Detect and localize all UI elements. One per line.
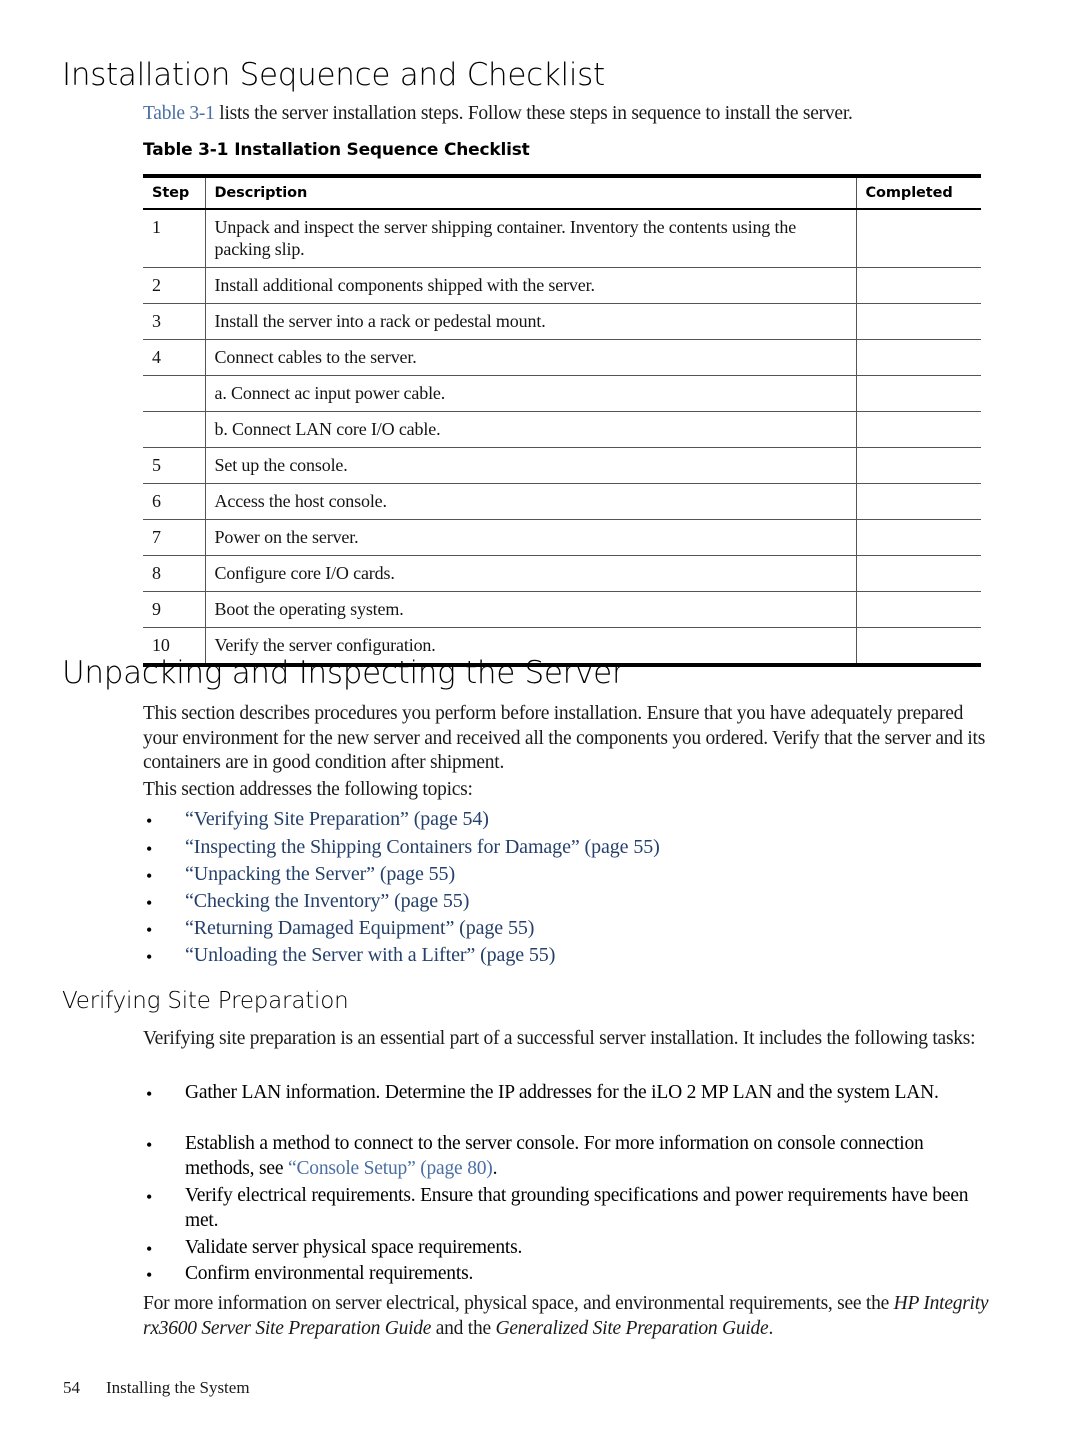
cell-step: 7 [143,519,206,556]
cell-description: Configure core I/O cards. [205,555,857,592]
cell-description: Connect cables to the server. [205,339,857,376]
bullet-icon: • [146,866,153,886]
cell-description: Access the host console. [205,483,857,520]
cell-step: 4 [143,339,206,376]
task-text-after: . [492,1158,498,1180]
cell-step [143,411,206,448]
bullet-icon: • [146,920,153,940]
task-text: Confirm environmental requirements. [185,1263,474,1284]
topic-link[interactable]: “Checking the Inventory” (page 55) [185,888,990,915]
installation-sequence-table: Step Description Completed 1 Unpack and … [143,174,981,667]
guide-title-generalized: Generalized Site Preparation Guide [495,1317,769,1339]
cell-completed[interactable] [856,519,981,556]
table-row: b. Connect LAN core I/O cable. [143,411,981,448]
cell-completed[interactable] [856,375,981,412]
paragraph-closing: For more information on server electrica… [143,1292,991,1341]
bullet-icon: • [146,811,153,831]
cell-completed[interactable] [856,591,981,628]
table-row: 7 Power on the server. [143,519,981,556]
task-text: Gather LAN information. Determine the IP… [185,1082,939,1103]
document-page: Installation Sequence and Checklist Tabl… [0,0,1080,1438]
table-row: 5 Set up the console. [143,447,981,484]
cell-description: a. Connect ac input power cable. [205,375,857,412]
cell-description: Unpack and inspect the server shipping c… [205,209,857,268]
cell-description: b. Connect LAN core I/O cable. [205,411,857,448]
cell-step: 5 [143,447,206,484]
footer-chapter-title: Installing the System [106,1378,250,1397]
cell-description: Install the server into a rack or pedest… [205,303,857,340]
topic-link[interactable]: “Returning Damaged Equipment” (page 55) [185,915,990,942]
bullet-icon: • [146,1135,153,1155]
cell-step: 8 [143,555,206,592]
console-setup-link[interactable]: “Console Setup” (page 80) [288,1158,493,1179]
task-text: Verify electrical requirements. Ensure t… [185,1185,969,1232]
cell-step [143,375,206,412]
heading-installation-sequence: Installation Sequence and Checklist [62,57,605,93]
table-row: 2 Install additional components shipped … [143,267,981,304]
paragraph-unpacking: This section describes procedures you pe… [143,703,986,774]
cell-description: Install additional components shipped wi… [205,267,857,304]
bullet-icon: • [146,839,153,859]
closing-part1: For more information on server electrica… [143,1293,894,1314]
bullet-icon: • [146,893,153,913]
cell-completed[interactable] [856,447,981,484]
cell-description: Power on the server. [205,519,857,556]
column-header-description: Description [205,176,857,210]
table-row: a. Connect ac input power cable. [143,375,981,412]
task-text-with-link: Establish a method to connect to the ser… [185,1131,975,1182]
topic-link[interactable]: “Unpacking the Server” (page 55) [185,861,990,888]
cell-step: 6 [143,483,206,520]
table-row: 8 Configure core I/O cards. [143,555,981,592]
cell-completed[interactable] [856,209,981,268]
paragraph-table-intro: Table 3-1 lists the server installation … [143,102,988,127]
table-row: 1 Unpack and inspect the server shipping… [143,209,981,268]
cell-description: Boot the operating system. [205,591,857,628]
heading-verifying-site-preparation: Verifying Site Preparation [62,988,349,1014]
topic-link[interactable]: “Unloading the Server with a Lifter” (pa… [185,942,990,969]
topic-link[interactable]: “Inspecting the Shipping Containers for … [185,834,990,861]
cell-completed[interactable] [856,267,981,304]
column-header-completed: Completed [856,176,981,210]
paragraph-verifying-site: Verifying site preparation is an essenti… [143,1028,976,1049]
cell-completed[interactable] [856,303,981,340]
closing-part3: . [768,1317,774,1339]
cell-completed[interactable] [856,555,981,592]
table-row: 3 Install the server into a rack or pede… [143,303,981,340]
cell-step: 3 [143,303,206,340]
cell-completed[interactable] [856,411,981,448]
column-header-step: Step [143,176,206,210]
cell-completed[interactable] [856,339,981,376]
paragraph-topics-intro: This section addresses the following top… [143,779,473,800]
page-footer: 54 Installing the System [63,1378,250,1398]
cell-step: 1 [143,209,206,268]
cell-step: 9 [143,591,206,628]
cell-completed[interactable] [856,628,981,666]
cell-step: 2 [143,267,206,304]
cell-description: Set up the console. [205,447,857,484]
bullet-icon: • [146,947,153,967]
table-row: 9 Boot the operating system. [143,591,981,628]
bullet-icon: • [146,1239,153,1259]
paragraph-table-intro-text: lists the server installation steps. Fol… [214,103,853,124]
table-row: 6 Access the host console. [143,483,981,520]
topic-link[interactable]: “Verifying Site Preparation” (page 54) [185,806,990,833]
bullet-icon: • [146,1084,153,1104]
table-row: 4 Connect cables to the server. [143,339,981,376]
bullet-icon: • [146,1265,153,1285]
table-caption-label: Table 3-1 [143,140,229,160]
footer-page-number: 54 [63,1378,80,1397]
heading-unpacking-inspecting: Unpacking and Inspecting the Server [62,655,625,691]
cell-completed[interactable] [856,483,981,520]
closing-part2: and the [431,1317,496,1339]
table-header-row: Step Description Completed [143,176,981,210]
table-caption-title: Installation Sequence Checklist [234,140,530,160]
bullet-icon: • [146,1187,153,1207]
task-text: Validate server physical space requireme… [185,1237,523,1258]
table-caption: Table 3-1 Installation Sequence Checklist [143,140,530,160]
table-3-1-link[interactable]: Table 3-1 [143,103,215,124]
